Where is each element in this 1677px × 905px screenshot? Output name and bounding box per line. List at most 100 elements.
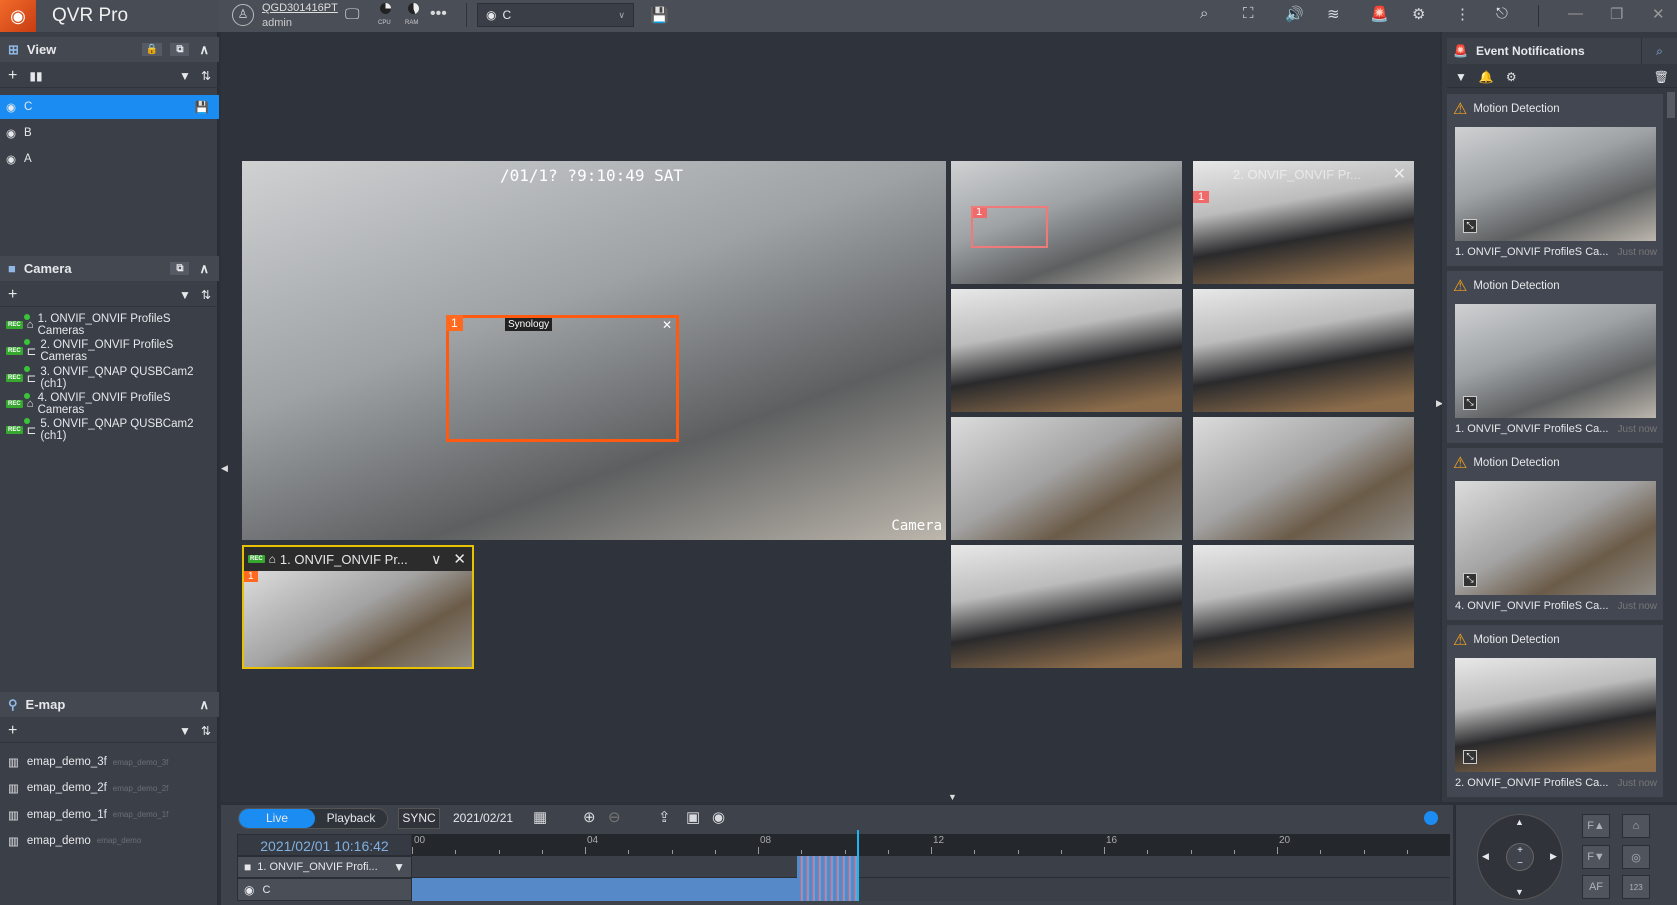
view-item[interactable]: ◉ B (0, 121, 219, 145)
focus-far-button[interactable]: F▲ (1582, 814, 1610, 838)
bell-icon[interactable]: 🔔 (1479, 70, 1494, 84)
view-item[interactable]: ◉ C 💾 (0, 95, 219, 119)
zoom-plus-minus-button[interactable]: + − (1506, 843, 1534, 871)
event-scrollbar[interactable] (1667, 92, 1675, 118)
calendar-icon[interactable]: ▦ (533, 808, 547, 826)
search-icon[interactable]: ⌕ (1641, 38, 1677, 64)
event-card[interactable]: ⚠ Motion Detection ⤡ 2. ONVIF_ONVIF Prof… (1447, 625, 1663, 797)
arrow-down-icon[interactable]: ▼ (1515, 887, 1524, 897)
close-icon[interactable]: ✕ (1652, 5, 1665, 23)
add-icon[interactable]: + (8, 286, 17, 304)
close-zone-icon[interactable]: ✕ (658, 318, 676, 332)
view-section-header[interactable]: ⊞ View 🔒 ⧉ ∧ (0, 37, 219, 62)
camera-item[interactable]: REC ⊏ 5. ONVIF_QNAP QUSBCam2 (ch1) (0, 418, 219, 442)
restore-icon[interactable]: ❐ (1610, 5, 1623, 23)
playback-button[interactable]: Playback (315, 809, 387, 828)
zoom-in-icon[interactable]: ⊕ (583, 808, 596, 826)
timeline-row-view[interactable]: ◉ C (237, 878, 412, 901)
gear-icon[interactable]: ⚙ (1412, 5, 1425, 23)
sort-icon[interactable]: ⇅ (201, 724, 211, 738)
alarm-icon[interactable]: 🚨 (1370, 5, 1389, 23)
kebab-menu-icon[interactable]: ⋮ (1455, 5, 1470, 23)
close-icon[interactable]: ✕ (453, 550, 466, 568)
collapse-sidebar-icon[interactable]: ◀ (221, 463, 228, 474)
event-card[interactable]: ⚠ Motion Detection ⤡ 1. ONVIF_ONVIF Prof… (1447, 94, 1663, 266)
filter-icon[interactable]: ▼ (179, 288, 191, 302)
sequence-icon[interactable]: ⧉ (170, 43, 190, 56)
camera-item[interactable]: REC ⌂ 4. ONVIF_ONVIF ProfileS Cameras (0, 392, 219, 416)
trash-icon[interactable]: 🗑 (1654, 70, 1669, 84)
event-snapshot[interactable]: ⤡ (1455, 127, 1656, 241)
camera-tile[interactable]: 1 2. ONVIF_ONVIF Pr... ✕ (1193, 161, 1414, 284)
user-avatar-icon[interactable]: ♙ (232, 4, 254, 26)
filter-icon[interactable]: ▼ (393, 860, 405, 874)
preset-button[interactable]: 123 (1622, 875, 1650, 899)
camera-item[interactable]: REC ⌂ 1. ONVIF_ONVIF ProfileS Cameras (0, 313, 219, 337)
save-icon[interactable]: 💾 (195, 100, 209, 114)
minimize-icon[interactable]: — (1568, 5, 1583, 22)
save-icon[interactable]: 💾 (650, 6, 669, 24)
globe-icon[interactable] (1424, 811, 1438, 825)
gear-icon[interactable]: ⚙ (1506, 70, 1517, 84)
logout-icon[interactable]: ⎋ (1496, 5, 1508, 22)
record-icon[interactable]: ◉ (712, 808, 725, 826)
search-icon[interactable]: ⌕ (1200, 5, 1208, 22)
stack-icon[interactable]: ≋ (1327, 5, 1340, 23)
chevron-down-icon[interactable]: ∨ (431, 551, 441, 568)
sort-icon[interactable]: ⇅ (201, 69, 211, 83)
export-icon[interactable]: ⇪ (658, 808, 671, 826)
monitor-icon[interactable]: 🖵 (345, 6, 359, 23)
arrow-up-icon[interactable]: ▲ (1515, 817, 1524, 827)
event-snapshot[interactable]: ⤡ (1455, 304, 1656, 418)
server-name[interactable]: QGD301416PT (262, 2, 338, 14)
focus-near-button[interactable]: F▼ (1582, 845, 1610, 869)
volume-icon[interactable]: 🔊 (1285, 5, 1304, 23)
event-snapshot[interactable]: ⤡ (1455, 658, 1656, 772)
camera-item[interactable]: REC ⊏ 3. ONVIF_QNAP QUSBCam2 (ch1) (0, 365, 219, 390)
autofocus-button[interactable]: AF (1582, 875, 1610, 899)
camera-section-header[interactable]: ■ Camera ⧉ ∧ (0, 256, 219, 281)
ptz-camera-icon[interactable]: ◎ (1622, 845, 1650, 869)
view-item[interactable]: ◉ A (0, 147, 219, 171)
expand-icon[interactable]: ⤡ (1463, 573, 1477, 587)
layout-mode-icon[interactable]: ⧉ (170, 262, 190, 275)
lock-icon[interactable]: 🔒 (141, 43, 163, 56)
collapse-icon[interactable]: ∧ (199, 697, 209, 713)
live-button[interactable]: Live (239, 809, 315, 828)
camera-tile[interactable] (1193, 545, 1414, 668)
expand-icon[interactable]: ⤡ (1463, 396, 1477, 410)
timeline-row-camera[interactable]: ■ 1. ONVIF_ONVIF Profi... ▼ (237, 856, 412, 878)
add-icon[interactable]: + (8, 67, 17, 85)
expand-icon[interactable]: ⤡ (1463, 219, 1477, 233)
emap-item[interactable]: ▥ emap_demo emap_demo (0, 829, 219, 853)
pip-tile[interactable]: REC ⌂ 1. ONVIF_ONVIF Pr... ∨ ✕ 1 (242, 545, 474, 669)
filter-icon[interactable]: ▼ (1455, 70, 1467, 84)
emap-section-header[interactable]: ⚲ E-map ∧ (0, 692, 219, 717)
zoom-out-icon[interactable]: ⊖ (608, 808, 621, 826)
filter-icon[interactable]: ▼ (179, 724, 191, 738)
camera-tile[interactable] (951, 545, 1182, 668)
emap-item[interactable]: ▥ emap_demo_1f emap_demo_1f (0, 803, 219, 827)
expand-timeline-icon[interactable]: ▼ (948, 792, 957, 802)
sort-icon[interactable]: ⇅ (201, 288, 211, 302)
motion-zone-box[interactable] (971, 206, 1048, 248)
ptz-joystick[interactable]: ▲ ▼ ◀ ▶ + − (1477, 814, 1563, 900)
event-snapshot[interactable]: ⤡ (1455, 481, 1656, 595)
bookmark-icon[interactable]: ▣ (686, 808, 700, 826)
more-icon[interactable]: ••• (430, 5, 447, 23)
event-card[interactable]: ⚠ Motion Detection ⤡ 1. ONVIF_ONVIF Prof… (1447, 271, 1663, 443)
playhead[interactable] (856, 830, 859, 901)
camera-tile[interactable] (1193, 417, 1414, 540)
emap-item[interactable]: ▥ emap_demo_2f emap_demo_2f (0, 776, 219, 800)
event-card[interactable]: ⚠ Motion Detection ⤡ 4. ONVIF_ONVIF Prof… (1447, 448, 1663, 620)
camera-track[interactable] (412, 856, 1450, 878)
fullscreen-icon[interactable]: ⛶ (1243, 5, 1254, 22)
arrow-right-icon[interactable]: ▶ (1550, 851, 1557, 862)
arrow-left-icon[interactable]: ◀ (1482, 851, 1489, 862)
add-icon[interactable]: + (8, 722, 17, 740)
filter-icon[interactable]: ▼ (179, 69, 191, 83)
main-video-feed[interactable]: /01/1? ?9:10:49 SAT Camera 1 Synology ✕ (242, 161, 946, 540)
camera-tile[interactable]: 1 (951, 161, 1182, 284)
motion-zone-box[interactable]: 1 Synology ✕ (446, 315, 679, 442)
camera-item[interactable]: REC ⊏ 2. ONVIF_ONVIF ProfileS Cameras (0, 339, 219, 363)
